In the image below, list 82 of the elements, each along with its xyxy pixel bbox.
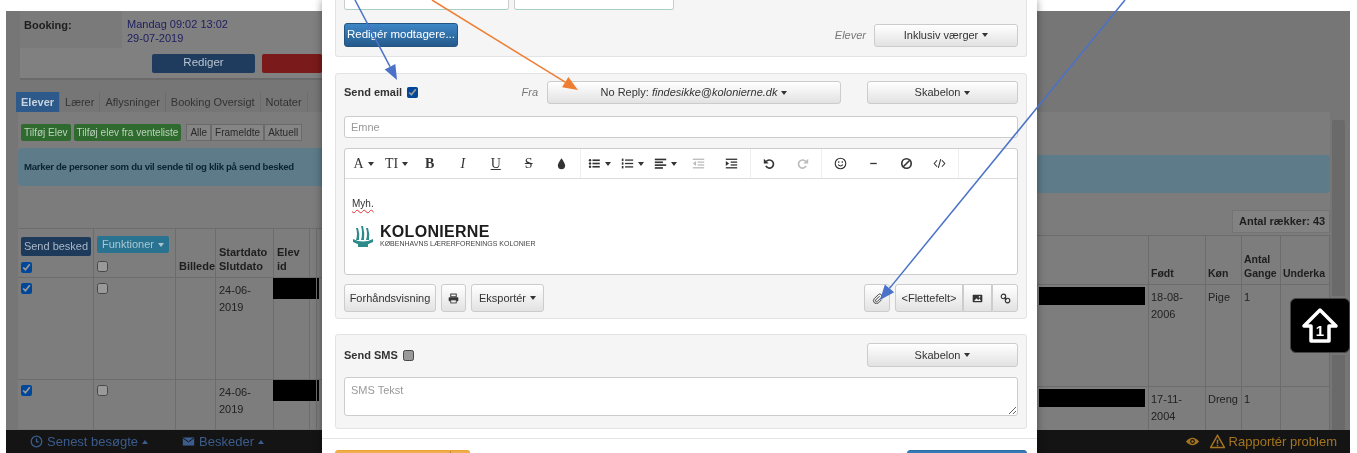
field-value: Mandag 09:02 13:02 29-07-2019 bbox=[126, 17, 229, 46]
filter-button[interactable]: Aktuell bbox=[264, 124, 303, 141]
column-header: Født bbox=[1151, 266, 1175, 280]
column-header: Underka bbox=[1283, 266, 1326, 280]
table-cell: 17-11-2004 bbox=[1151, 393, 1182, 422]
envelope-icon bbox=[182, 435, 196, 448]
caret-icon bbox=[964, 90, 971, 95]
checkbox[interactable] bbox=[97, 261, 108, 272]
caret-icon bbox=[781, 90, 788, 95]
sms-text-field[interactable]: SMS Tekst bbox=[344, 377, 1018, 416]
add-button[interactable]: Tilføj elev fra venteliste bbox=[73, 124, 182, 141]
edit-recipients-button[interactable]: Redigér modtagere... bbox=[344, 23, 458, 47]
danger-button[interactable] bbox=[262, 53, 322, 73]
table-cell: Dreng bbox=[1208, 393, 1238, 405]
group-label: Elever bbox=[834, 27, 866, 43]
icon-button[interactable] bbox=[441, 284, 466, 312]
table-cell: Pige bbox=[1208, 291, 1231, 303]
sender-dropdown[interactable]: No Reply: findesikke@kolonierne.dk bbox=[547, 81, 841, 104]
table-cell: 24-06-2019 bbox=[219, 284, 251, 313]
template-dropdown[interactable]: Skabelon bbox=[867, 343, 1018, 367]
column-header: Startdato Slutdato bbox=[219, 245, 269, 273]
toolbar-button[interactable]: S bbox=[512, 149, 546, 178]
toolbar-button[interactable]: A bbox=[347, 149, 380, 178]
house-arrow-icon bbox=[1302, 307, 1338, 343]
logo-icon bbox=[352, 223, 374, 248]
redaction-block bbox=[273, 278, 319, 299]
footer-link[interactable]: Rapportér problem bbox=[1209, 431, 1337, 452]
column-header: Køn bbox=[1208, 266, 1230, 280]
tab[interactable]: Elever bbox=[16, 92, 61, 112]
section-label: Send email bbox=[344, 85, 403, 101]
checkbox[interactable] bbox=[402, 349, 414, 361]
toolbar-button[interactable]: U bbox=[479, 149, 513, 178]
info-alert: Marker de personer som du vil sende til og klik på send besked bbox=[18, 148, 322, 186]
checkbox[interactable] bbox=[21, 262, 32, 273]
body-text: Myh. bbox=[352, 197, 375, 211]
checkbox[interactable] bbox=[407, 87, 419, 98]
checkbox[interactable] bbox=[21, 385, 32, 396]
add-button[interactable]: Tilføj Elev bbox=[21, 124, 71, 141]
table-cell: 18-08-2006 bbox=[1151, 291, 1183, 320]
column-header: Antal Gange bbox=[1244, 252, 1278, 280]
field-label: Booking: bbox=[20, 11, 122, 48]
edit-button[interactable]: Rediger bbox=[152, 53, 255, 73]
checkbox[interactable] bbox=[21, 283, 32, 294]
caret-icon bbox=[982, 33, 989, 37]
print-icon bbox=[448, 292, 459, 304]
caret-icon bbox=[142, 439, 149, 444]
checkbox[interactable] bbox=[97, 283, 108, 294]
icon-button[interactable] bbox=[963, 284, 992, 312]
template-dropdown[interactable]: Skabelon bbox=[867, 81, 1018, 104]
checkbox[interactable] bbox=[97, 385, 108, 396]
input-field[interactable] bbox=[344, 0, 509, 10]
toolbar-button[interactable]: B bbox=[413, 149, 447, 178]
image-icon bbox=[972, 292, 983, 304]
action-button[interactable]: Eksportér bbox=[471, 284, 544, 312]
row-count: Antal rækker: 43 bbox=[1232, 210, 1330, 233]
caret-icon bbox=[964, 353, 971, 357]
icon-button[interactable] bbox=[992, 284, 1018, 312]
link-icon bbox=[999, 292, 1011, 304]
scroll-top-button[interactable]: 1 bbox=[1290, 298, 1350, 353]
redaction-block bbox=[273, 380, 319, 401]
logo-name: KOLONIERNE bbox=[380, 223, 491, 240]
action-button[interactable]: <Flettefelt> bbox=[895, 284, 963, 312]
toolbar-button[interactable]: TI bbox=[380, 149, 414, 178]
table-cell: 1 bbox=[1244, 291, 1251, 303]
column-header: Elev id bbox=[277, 245, 301, 273]
table-cell: 24-06-2019 bbox=[219, 386, 251, 415]
filter-button[interactable]: Alle bbox=[186, 124, 212, 141]
from-label: Fra bbox=[521, 85, 538, 101]
input-field[interactable] bbox=[514, 0, 674, 10]
clock-icon bbox=[30, 435, 43, 448]
table-cell: 1 bbox=[1244, 393, 1251, 405]
warning-icon bbox=[1209, 434, 1225, 449]
section-label: Send SMS bbox=[344, 347, 398, 363]
dropdown-button[interactable]: Inklusiv værger bbox=[874, 23, 1018, 47]
filter-button[interactable]: Frameldte bbox=[211, 124, 265, 141]
send-message-button[interactable]: Send besked bbox=[21, 237, 91, 256]
action-button[interactable]: Forhåndsvisning bbox=[344, 284, 436, 312]
caret-icon bbox=[258, 439, 264, 444]
subject-field[interactable]: Emne bbox=[344, 116, 1018, 138]
caret-icon bbox=[158, 242, 164, 247]
toolbar-button[interactable]: I bbox=[446, 149, 480, 178]
paperclip-icon bbox=[871, 292, 883, 304]
